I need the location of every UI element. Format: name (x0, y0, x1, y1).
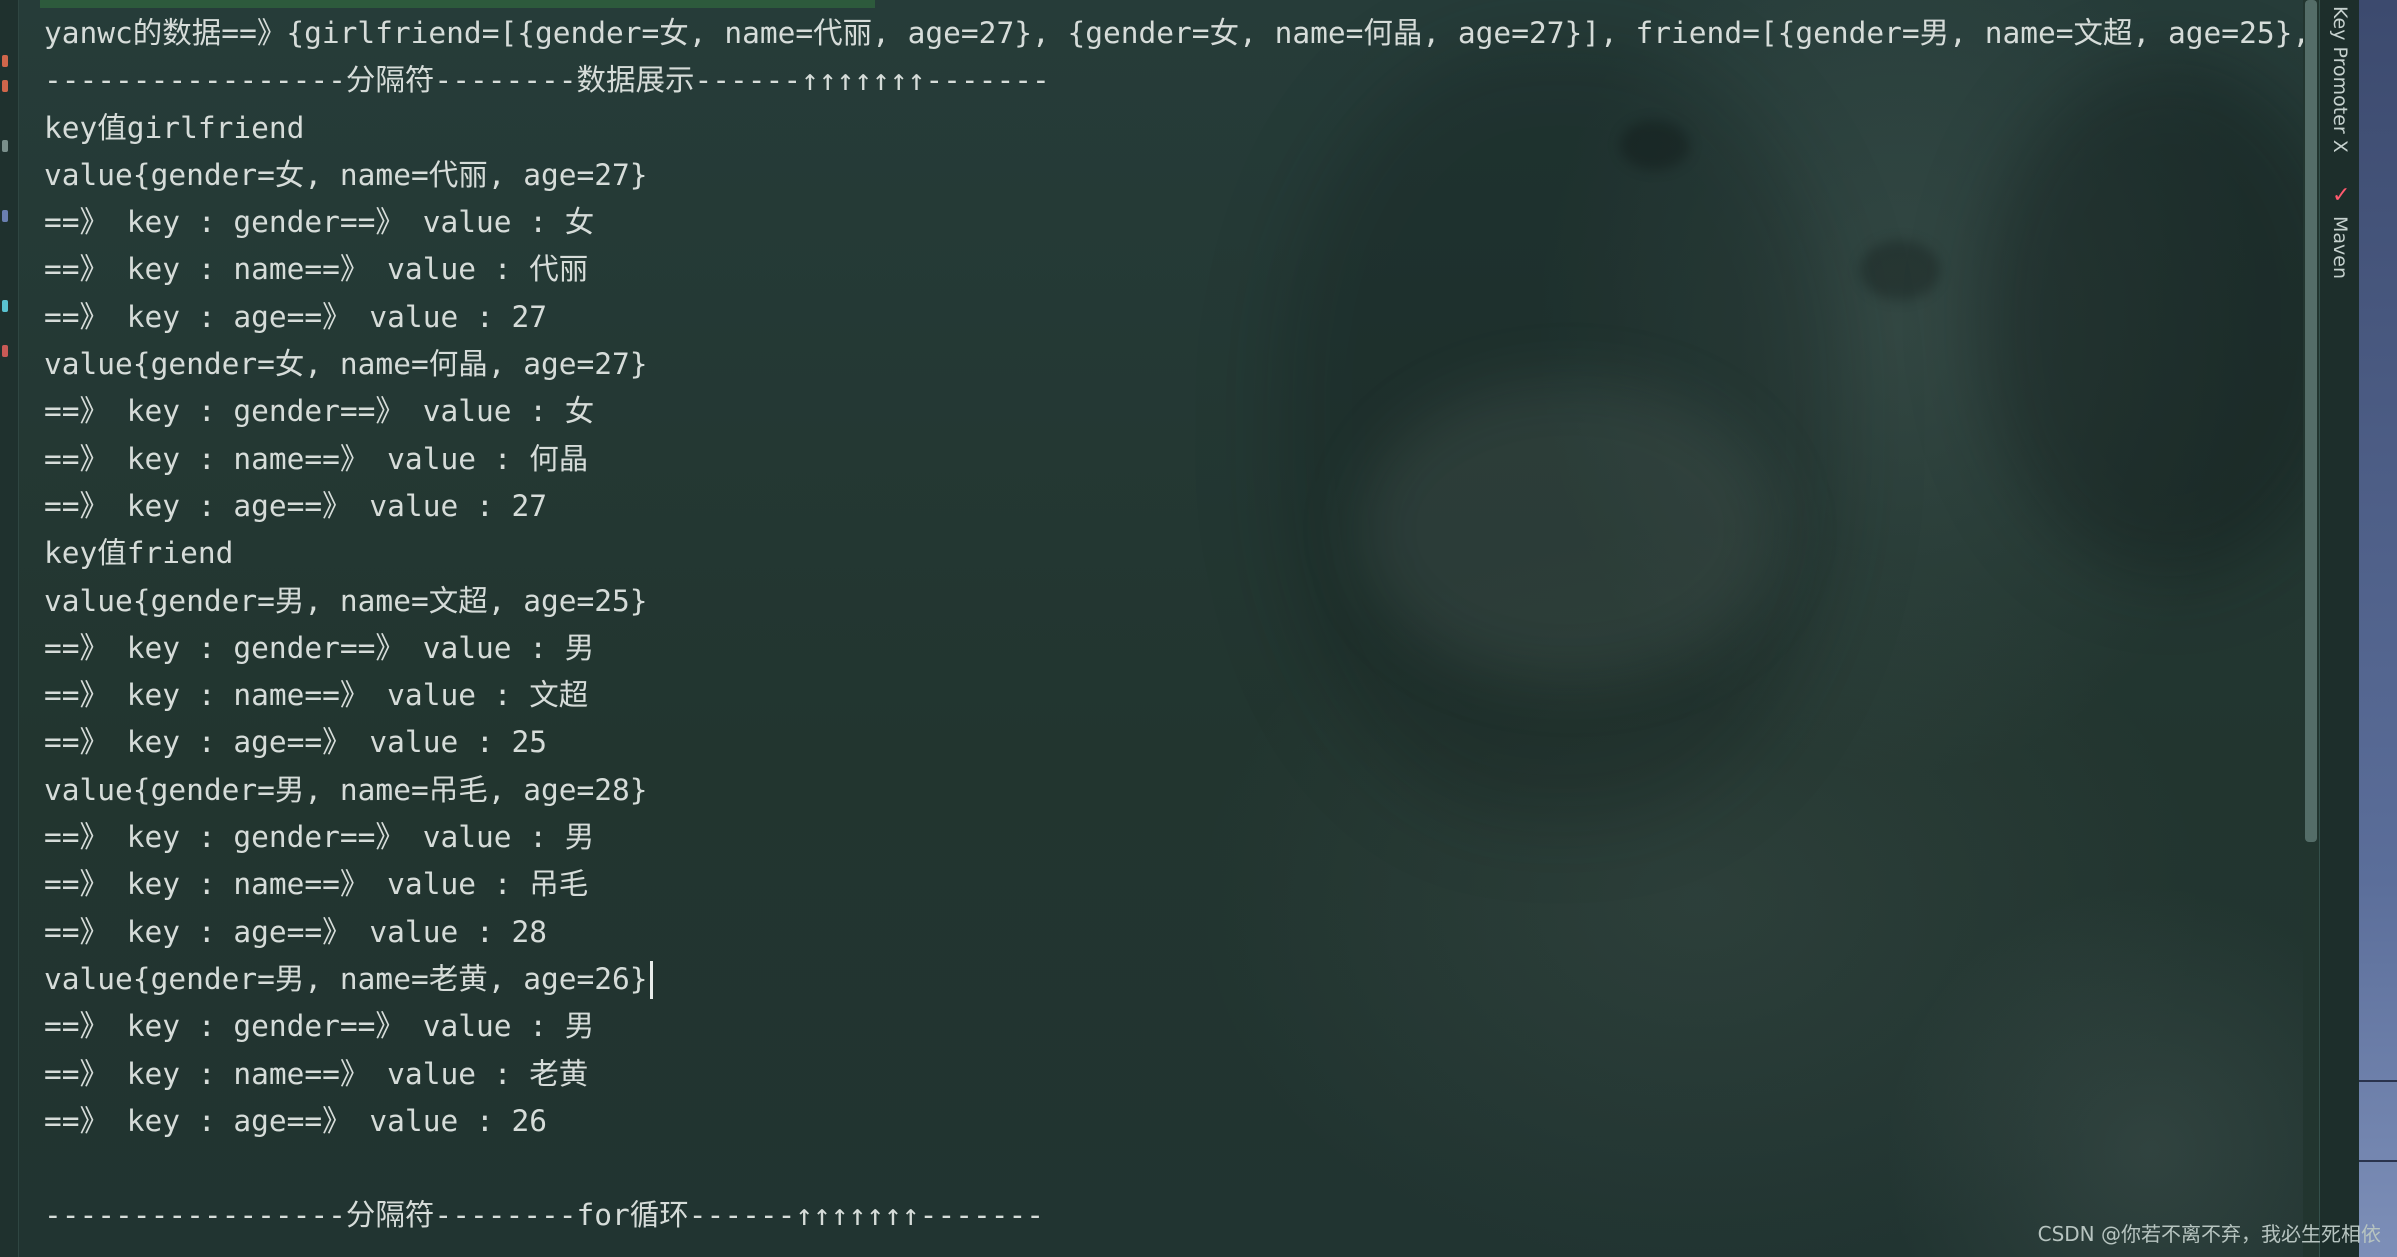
console-line: ==》 key : name==》 value : 代丽 (44, 252, 589, 287)
gutter-marker (2, 210, 8, 222)
text-caret (649, 961, 653, 1000)
console-line-text: value{gender=男, name=老黄, age=26} (44, 961, 648, 996)
console-line: ==》 key : gender==》 value : 女 (44, 205, 595, 240)
watermark: CSDN @你若不离不弃，我必生死相依 (2037, 1222, 2381, 1246)
gutter-marker (2, 80, 8, 92)
gutter-marker (2, 300, 8, 312)
console-line-with-caret: value{gender=男, name=老黄, age=26} (44, 956, 2304, 1003)
console-line: value{gender=女, name=代丽, age=27} (44, 157, 648, 192)
maven-tab[interactable]: Maven (2329, 216, 2351, 279)
console-output[interactable]: yanwc的数据==》{girlfriend=[{gender=女, name=… (44, 10, 2304, 1250)
console-line: -----------------分隔符--------数据展示------↑↑… (44, 63, 1050, 98)
console-line: value{gender=女, name=何晶, age=27} (44, 347, 648, 382)
editor-gutter (0, 0, 19, 1257)
desktop-edge (2359, 0, 2397, 1257)
console-line: -----------------分隔符--------for循环------↑… (44, 1198, 1045, 1233)
console-line: ==》 key : age==》 value : 27 (44, 299, 548, 334)
vertical-scrollbar-thumb[interactable] (2305, 0, 2317, 842)
console-line: ==》 key : gender==》 value : 男 (44, 1009, 595, 1044)
console-line: value{gender=男, name=文超, age=25} (44, 583, 648, 618)
console-line: ==》 key : name==》 value : 何晶 (44, 441, 589, 476)
console-line: ==》 key : age==》 value : 26 (44, 1103, 548, 1138)
desktop-edge-line (2359, 1080, 2397, 1082)
console-line: ==》 key : age==》 value : 27 (44, 488, 548, 523)
gutter-marker (2, 140, 8, 152)
maven-icon[interactable]: ✓ (2332, 185, 2352, 207)
desktop-edge-line (2359, 1160, 2397, 1162)
run-header-accent (40, 0, 875, 8)
console-line: ==》 key : name==》 value : 吊毛 (44, 867, 589, 902)
console-line: value{gender=男, name=吊毛, age=28} (44, 772, 648, 807)
console-line: yanwc的数据==》{girlfriend=[{gender=女, name=… (44, 16, 2304, 50)
console-line: ==》 key : gender==》 value : 女 (44, 394, 595, 429)
gutter-marker (2, 55, 8, 67)
console-line: key值friend (44, 536, 234, 571)
console-line: ==》 key : name==》 value : 老黄 (44, 1056, 589, 1091)
console-line: ==》 key : name==》 value : 文超 (44, 678, 589, 713)
console-line: ==》 key : age==》 value : 25 (44, 725, 548, 760)
console-line: key值girlfriend (44, 110, 305, 145)
console-line: ==》 key : gender==》 value : 男 (44, 820, 595, 855)
console-line: ==》 key : gender==》 value : 男 (44, 630, 595, 665)
key-promoter-tab[interactable]: Key Promoter X (2329, 6, 2351, 153)
console-line: ==》 key : age==》 value : 28 (44, 914, 548, 949)
gutter-marker (2, 345, 8, 357)
